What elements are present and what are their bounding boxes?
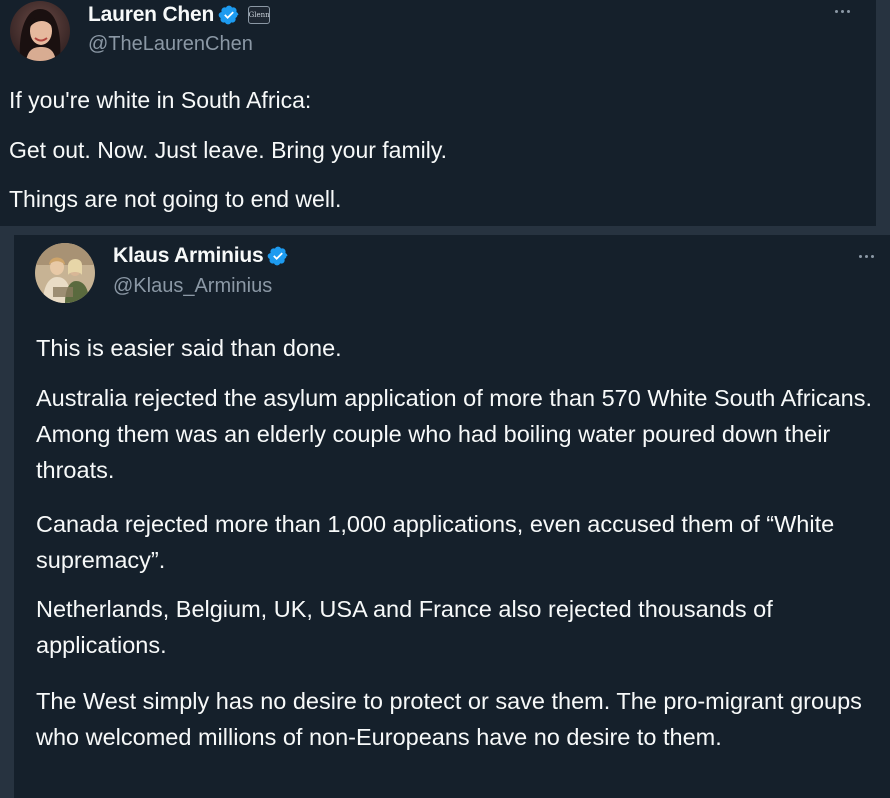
verified-badge-icon[interactable] — [267, 245, 289, 267]
more-options-icon — [835, 10, 838, 13]
more-options-icon — [859, 255, 862, 258]
tweet-text-paragraph: Get out. Now. Just leave. Bring your fam… — [9, 137, 448, 163]
tweet-text-paragraph: If you're white in South Africa: — [9, 87, 312, 113]
tweet-lauren-chen[interactable]: Lauren Chen Glenn @TheLaurenChen If you'… — [0, 0, 876, 226]
tweet-text-paragraph: Netherlands, Belgium, UK, USA and France… — [36, 596, 773, 658]
more-options-button[interactable] — [855, 251, 878, 262]
display-name[interactable]: Lauren Chen — [88, 3, 214, 27]
more-options-dot — [865, 255, 868, 258]
thread-rail — [0, 226, 14, 798]
tweet-text-paragraph: Australia rejected the asylum applicatio… — [36, 385, 873, 483]
avatar-lauren-chen[interactable] — [10, 1, 70, 61]
handle[interactable]: @Klaus_Arminius — [113, 275, 272, 298]
author-row: Klaus Arminius — [113, 244, 289, 268]
divider — [0, 226, 890, 235]
scroll-edge — [876, 0, 890, 226]
author-row: Lauren Chen Glenn — [88, 3, 271, 27]
tweet-klaus-arminius[interactable]: Klaus Arminius @Klaus_Arminius This is e… — [14, 235, 890, 798]
more-options-dot — [847, 10, 850, 13]
handle[interactable]: @TheLaurenChen — [88, 33, 253, 56]
tweet-text-paragraph: Canada rejected more than 1,000 applicat… — [36, 511, 835, 573]
display-name[interactable]: Klaus Arminius — [113, 244, 264, 268]
avatar-klaus-arminius[interactable] — [35, 243, 95, 303]
affiliate-badge[interactable]: Glenn — [248, 6, 271, 24]
tweet-text-paragraph: Things are not going to end well. — [9, 186, 342, 212]
more-options-button[interactable] — [831, 6, 854, 17]
tweet-text-paragraph: The West simply has no desire to protect… — [36, 688, 862, 750]
tweet-text-paragraph: This is easier said than done. — [36, 335, 342, 361]
affiliate-badge-text: Glenn — [248, 11, 270, 19]
more-options-dot — [871, 255, 874, 258]
verified-badge-icon[interactable] — [218, 4, 240, 26]
more-options-dot — [841, 10, 844, 13]
